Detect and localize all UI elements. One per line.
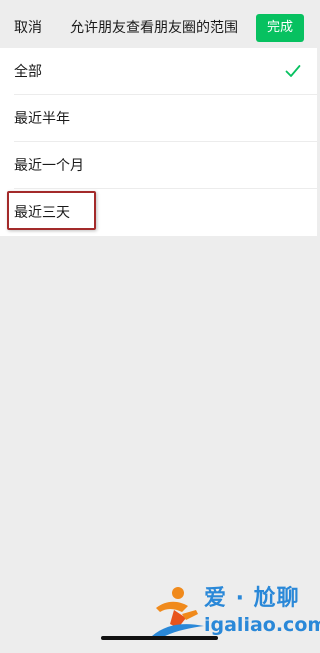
runner-logo-icon (152, 587, 204, 640)
home-indicator[interactable] (101, 636, 218, 640)
site-watermark: 爱 · 尬聊 igaliao.com (148, 582, 320, 644)
option-label: 全部 (14, 64, 42, 80)
annotation-highlight-box (7, 191, 96, 230)
cancel-button[interactable]: 取消 (14, 19, 42, 37)
checkmark-icon (285, 65, 301, 77)
option-one-month[interactable]: 最近一个月 (0, 142, 317, 189)
page-title: 允许朋友查看朋友圈的范围 (70, 20, 238, 36)
nav-header: 取消 允许朋友查看朋友圈的范围 完成 (0, 0, 317, 48)
option-label: 最近一个月 (14, 158, 84, 174)
done-button[interactable]: 完成 (256, 14, 304, 42)
watermark-brand-text: 爱 · 尬聊 (204, 586, 300, 611)
option-all[interactable]: 全部 (0, 48, 317, 95)
watermark-url-text: igaliao.com (204, 614, 320, 636)
option-label: 最近半年 (14, 111, 70, 127)
option-half-year[interactable]: 最近半年 (0, 95, 317, 142)
